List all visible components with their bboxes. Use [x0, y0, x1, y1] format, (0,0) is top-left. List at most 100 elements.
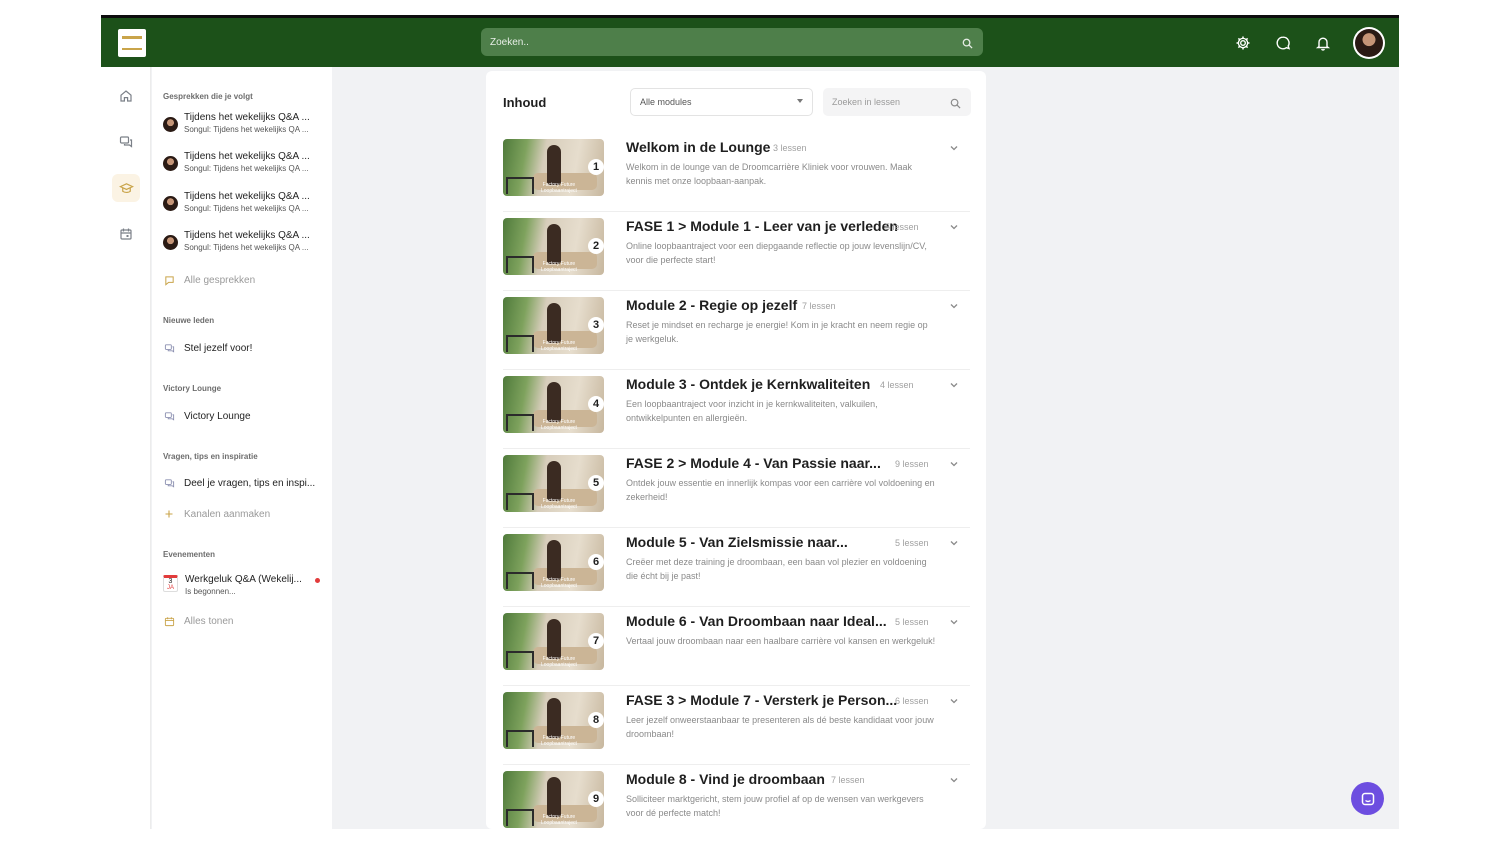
module-thumbnail[interactable]: Factory Future Loopbaantraject 9 — [503, 771, 604, 828]
show-all-events-link[interactable]: Alles tonen — [163, 615, 233, 627]
channel-stel-jezelf-voor[interactable]: Stel jezelf voor! — [163, 342, 252, 354]
chevron-down-icon[interactable] — [948, 694, 960, 706]
module-thumbnail[interactable]: Factory Future Loopbaantraject 8 — [503, 692, 604, 749]
search-icon[interactable] — [962, 36, 973, 54]
module-thumbnail[interactable]: Factory Future Loopbaantraject 1 — [503, 139, 604, 196]
thumbnail-table — [506, 572, 534, 589]
event-title: Werkgeluk Q&A (Wekelij... — [185, 574, 302, 585]
module-title[interactable]: FASE 2 > Module 4 - Van Passie naar... — [626, 455, 881, 471]
module-thumbnail[interactable]: Factory Future Loopbaantraject 2 — [503, 218, 604, 275]
module-row[interactable]: Factory Future Loopbaantraject 8 FASE 3 > M… — [503, 686, 970, 765]
event-month: JA — [166, 585, 174, 591]
victory-lounge-title: Victory Lounge — [163, 384, 222, 393]
lesson-count: 7 lessen — [802, 301, 836, 311]
thumbnail-caption: Factory Future Loopbaantraject — [541, 419, 577, 431]
module-row[interactable]: Factory Future Loopbaantraject 3 Module 2 -… — [503, 291, 970, 370]
home-icon[interactable] — [112, 82, 140, 110]
thumbnail-person — [547, 777, 561, 817]
module-title[interactable]: FASE 1 > Module 1 - Leer van je verleden — [626, 218, 898, 234]
module-thumbnail[interactable]: Factory Future Loopbaantraject 7 — [503, 613, 604, 670]
module-number: 8 — [588, 712, 604, 728]
module-thumbnail[interactable]: Factory Future Loopbaantraject 4 — [503, 376, 604, 433]
module-thumbnail[interactable]: Factory Future Loopbaantraject 3 — [503, 297, 604, 354]
calendar-small-icon — [163, 615, 175, 627]
chevron-down-icon[interactable] — [948, 141, 960, 153]
chevron-down-icon[interactable] — [948, 220, 960, 232]
thumbnail-caption: Factory Future Loopbaantraject — [541, 735, 577, 747]
module-row[interactable]: Factory Future Loopbaantraject 6 Module 5 -… — [503, 528, 970, 607]
module-row[interactable]: Factory Future Loopbaantraject 1 Welkom in … — [503, 133, 970, 212]
module-title[interactable]: Module 8 - Vind je droombaan — [626, 771, 825, 787]
conversation-item[interactable]: Tijdens het wekelijks Q&A ... Songul: Tij… — [163, 230, 323, 258]
chevron-down-icon[interactable] — [948, 378, 960, 390]
event-item[interactable]: 3 JA Werkgeluk Q&A (Wekelij... Is begonne… — [163, 572, 323, 598]
chevron-down-icon[interactable] — [948, 457, 960, 469]
module-title[interactable]: Welkom in de Lounge — [626, 139, 770, 155]
community-sidebar: Gesprekken die je volgt Tijdens het weke… — [152, 67, 332, 829]
thumbnail-caption: Factory Future Loopbaantraject — [541, 656, 577, 668]
module-thumbnail[interactable]: Factory Future Loopbaantraject 6 — [503, 534, 604, 591]
module-title[interactable]: Module 6 - Van Droombaan naar Ideal... — [626, 613, 887, 629]
thumbnail-table — [506, 256, 534, 273]
module-thumbnail[interactable]: Factory Future Loopbaantraject 5 — [503, 455, 604, 512]
module-number: 1 — [588, 159, 604, 175]
channel-questions[interactable]: Deel je vragen, tips en inspi... — [163, 477, 315, 489]
module-number: 2 — [588, 238, 604, 254]
module-description: Solliciteer marktgericht, stem jouw prof… — [626, 794, 924, 818]
graduation-cap-icon[interactable] — [112, 174, 140, 202]
create-channels-link[interactable]: Kanalen aanmaken — [163, 508, 270, 520]
all-conversations-link[interactable]: Alle gesprekken — [163, 274, 255, 286]
lesson-count: 4 lessen — [880, 380, 914, 390]
lesson-search-input[interactable] — [823, 88, 943, 116]
messages-icon[interactable] — [112, 128, 140, 156]
module-title[interactable]: Module 3 - Ontdek je Kernkwaliteiten — [626, 376, 870, 392]
modules-select[interactable]: Alle modules — [630, 88, 813, 116]
event-status: Is begonnen... — [185, 587, 236, 596]
gear-icon[interactable] — [1233, 34, 1252, 53]
chevron-down-icon[interactable] — [948, 615, 960, 627]
module-description: Een loopbaantraject voor inzicht in je k… — [626, 399, 878, 423]
plus-icon — [163, 508, 175, 520]
conversation-item[interactable]: Tijdens het wekelijks Q&A ... Songul: Tij… — [163, 191, 323, 219]
module-title[interactable]: Module 2 - Regie op jezelf — [626, 297, 797, 313]
chevron-down-icon[interactable] — [948, 773, 960, 785]
user-avatar[interactable] — [1353, 27, 1385, 59]
module-row[interactable]: Factory Future Loopbaantraject 4 Module 3 -… — [503, 370, 970, 449]
community-logo[interactable] — [118, 29, 146, 57]
module-row[interactable]: Factory Future Loopbaantraject 2 FASE 1 > M… — [503, 212, 970, 291]
thumbnail-caption: Factory Future Loopbaantraject — [541, 498, 577, 510]
bell-icon[interactable] — [1313, 34, 1332, 53]
thumbnail-table — [506, 335, 534, 352]
avatar — [163, 196, 178, 211]
calendar-icon[interactable] — [112, 220, 140, 248]
conversation-item[interactable]: Tijdens het wekelijks Q&A ... Songul: Tij… — [163, 112, 323, 140]
module-row[interactable]: Factory Future Loopbaantraject 7 Module 6 -… — [503, 607, 970, 686]
thumbnail-person — [547, 540, 561, 580]
thumbnail-caption: Factory Future Loopbaantraject — [541, 261, 577, 273]
thumbnail-table — [506, 177, 534, 194]
lesson-count: 6 lessen — [895, 696, 929, 706]
thumbnail-caption: Factory Future Loopbaantraject — [541, 814, 577, 826]
events-title: Evenementen — [163, 550, 216, 559]
support-chat-button[interactable] — [1351, 782, 1384, 815]
module-title[interactable]: FASE 3 > Module 7 - Versterk je Person..… — [626, 692, 897, 708]
chevron-down-icon[interactable] — [948, 299, 960, 311]
thumbnail-caption: Factory Future Loopbaantraject — [541, 577, 577, 589]
conversation-title: Tijdens het wekelijks Q&A ... — [184, 191, 310, 202]
conversation-title: Tijdens het wekelijks Q&A ... — [184, 230, 310, 241]
module-title[interactable]: Module 5 - Van Zielsmissie naar... — [626, 534, 848, 550]
course-content-panel: Inhoud Alle modules Factory FutureLoopba… — [486, 71, 986, 829]
search-icon[interactable] — [950, 96, 961, 114]
thumbnail-table — [506, 809, 534, 826]
chevron-down-icon[interactable] — [948, 536, 960, 548]
conversation-item[interactable]: Tijdens het wekelijks Q&A ... Songul: Tij… — [163, 151, 323, 179]
global-search-input[interactable] — [481, 28, 951, 56]
module-row[interactable]: Factory Future Loopbaantraject 9 Module 8 -… — [503, 765, 970, 829]
module-row[interactable]: Factory Future Loopbaantraject 5 FASE 2 > M… — [503, 449, 970, 528]
avatar — [163, 117, 178, 132]
channel-victory-lounge[interactable]: Victory Lounge — [163, 410, 251, 422]
lesson-count: 5 lessen — [895, 538, 929, 548]
chat-bubble-icon[interactable] — [1273, 34, 1292, 53]
event-day: 3 — [168, 578, 173, 585]
chat-outline-icon — [163, 274, 175, 286]
